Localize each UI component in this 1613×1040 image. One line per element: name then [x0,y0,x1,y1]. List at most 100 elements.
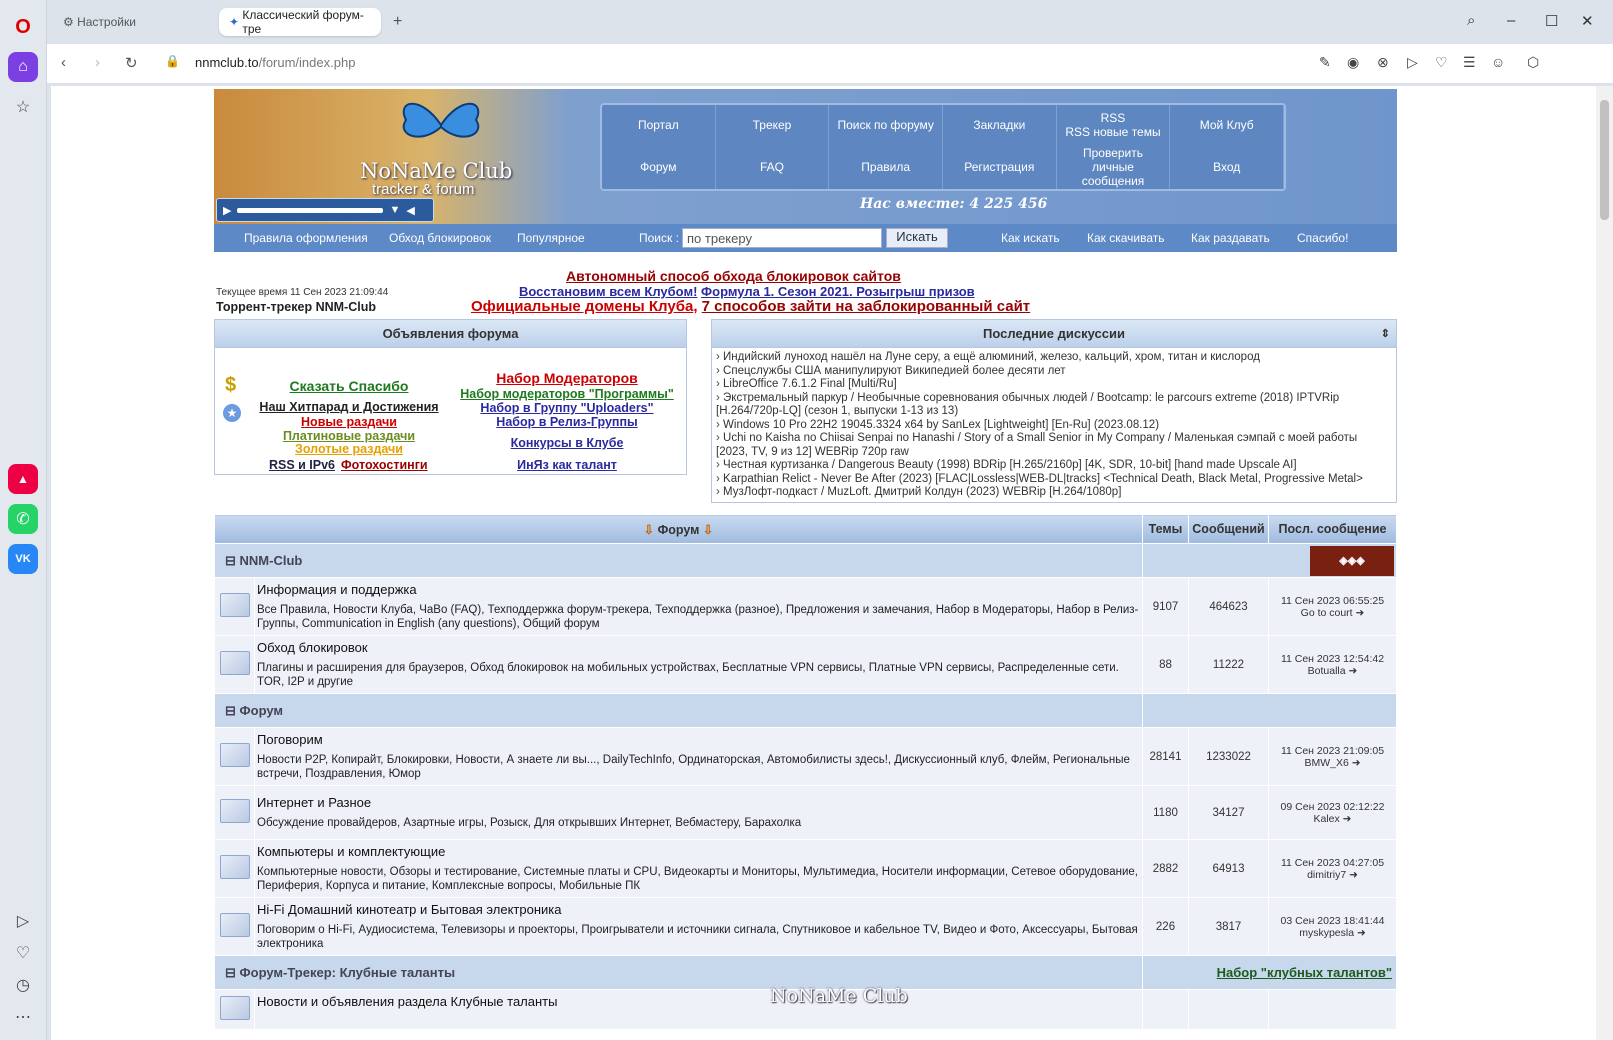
url-field[interactable]: nnmclub.to/forum/index.php [195,55,355,70]
notice-link[interactable]: Официальные домены Клуба [471,298,693,315]
extensions-icon[interactable]: ⬡ [1527,54,1539,71]
forum-title[interactable]: Компьютеры и комплектующие [257,844,1140,859]
announcement-link[interactable]: RSS и IPv6 [267,458,335,472]
menu-item[interactable]: Регистрация [943,147,1057,189]
player-progress[interactable] [237,207,384,213]
subforums[interactable]: Обсуждение провайдеров, Азартные игры, Р… [257,816,1140,830]
category-title[interactable]: Форум-Трекер: Клубные таланты [240,965,456,980]
profile-icon[interactable]: ☺ [1491,54,1505,70]
adblock-icon[interactable]: ⊗ [1377,54,1389,71]
banner-ad-image[interactable]: ◈◈◈ [1310,545,1394,576]
menu-item[interactable]: Закладки [943,105,1057,147]
last-post-user[interactable]: Go to court ➜ [1269,607,1396,619]
subnav-link[interactable]: Как раздавать [1191,231,1270,245]
forum-title[interactable]: Информация и поддержка [257,582,1140,597]
player-icon[interactable]: ▷ [8,906,38,936]
announcement-link[interactable]: Набор модераторов "Программы" [457,387,677,401]
minimize-button[interactable]: – [1507,12,1515,29]
volume-icon[interactable]: ◀ [406,204,414,217]
whatsapp-icon[interactable]: ✆ [8,504,38,534]
subforums[interactable]: Все Правила, Новости Клуба, ЧаВо (FAQ), … [257,603,1140,631]
col-forum[interactable]: ⇩ Форум ⇩ [214,514,1143,544]
last-post-user[interactable]: Botualla ➜ [1269,665,1396,677]
announcement-link[interactable]: Платиновые раздачи [279,429,419,443]
heart-icon[interactable]: ♡ [8,938,38,968]
notice-link[interactable]: Автономный способ обхода блокировок сайт… [566,268,901,284]
notice-link[interactable]: 7 способов зайти на заблокированный сайт [702,298,1030,315]
announcement-link[interactable]: Сказать Спасибо [289,378,409,394]
announcement-link[interactable]: Набор в Релиз-Группы [477,415,657,429]
camera-icon[interactable]: ◉ [1347,54,1359,71]
announcement-link[interactable]: Наш Хитпарад и Достижения [259,400,439,414]
announcement-link[interactable]: ИнЯз как талант [487,458,647,472]
discussion-item[interactable]: МузЛофт-подкаст / MuzLoft. Дмитрий Колду… [716,486,1392,500]
discussion-item[interactable]: Karpathian Relict - Never Be After (2023… [716,473,1392,487]
app-icon[interactable]: ▲ [8,464,38,494]
opera-logo-icon[interactable]: O [8,12,38,42]
menu-item[interactable]: Мой Клуб [1170,105,1284,147]
forum-title[interactable]: Обход блокировок [257,640,1140,655]
subnav-link[interactable]: Как скачивать [1087,231,1165,245]
forum-title[interactable]: Интернет и Разное [257,795,1140,810]
maximize-button[interactable]: ☐ [1545,12,1558,30]
history-icon[interactable]: ◷ [8,970,38,1000]
scroll-thumb[interactable] [1600,100,1609,220]
menu-item[interactable]: RSS RSS новые темы [1057,105,1171,147]
announcement-link[interactable]: Набор в Группу "Uploaders" [467,401,667,415]
notice-link[interactable]: Формула 1. Сезон 2021. Розыгрыш призов [701,284,975,299]
menu-item[interactable]: Правила [829,147,943,189]
announcement-link[interactable]: Новые раздачи [289,415,409,429]
category-title[interactable]: NNM-Club [240,553,303,568]
subforums[interactable]: Компьютерные новости, Обзоры и тестирова… [257,865,1140,893]
new-tab-button[interactable]: + [383,8,412,36]
menu-item[interactable]: Вход [1170,147,1284,189]
discussion-item[interactable]: Честная куртизанка / Dangerous Beauty (1… [716,459,1392,473]
play-icon[interactable]: ▶ [223,204,231,217]
forum-title[interactable]: Hi-Fi Домашний кинотеатр и Бытовая элект… [257,902,1140,917]
collapse-icon[interactable]: ⊟ [225,703,236,718]
discussion-item[interactable]: Экстремальный паркур / Необычные соревно… [716,392,1392,419]
home-icon[interactable]: ⌂ [8,52,38,82]
subnav-link[interactable]: Обход блокировок [389,231,491,245]
forum-title[interactable]: Поговорим [257,732,1140,747]
subforums[interactable]: Плагины и расширения для браузеров, Обхо… [257,661,1140,689]
menu-item[interactable]: Форум [602,147,716,189]
heart-icon[interactable]: ♡ [1435,54,1448,71]
last-post-user[interactable]: myskypesla ➜ [1269,927,1396,939]
search-input[interactable]: по трекеру [682,228,882,248]
collapse-icon[interactable]: ⊟ [225,553,236,568]
audio-player[interactable]: ▶ ▼ ◀ [216,198,434,222]
subnav-link[interactable]: Спасибо! [1297,231,1348,245]
subnav-link[interactable]: Популярное [517,231,585,245]
play-icon[interactable]: ▷ [1407,54,1418,71]
tab-forum[interactable]: ✦ Классический форум-тре [219,8,381,36]
menu-icon[interactable]: ☰ [1463,54,1476,71]
last-post-user[interactable]: dimitriy7 ➜ [1269,869,1396,881]
tab-settings[interactable]: ⚙ Настройки [53,8,146,36]
menu-item[interactable]: Трекер [716,105,830,147]
announcement-link[interactable]: Конкурсы в Клубе [487,436,647,450]
reload-button[interactable]: ↻ [125,54,138,72]
subnav-link[interactable]: Правила оформления [244,231,368,245]
menu-item[interactable]: Проверить личные сообщения [1057,146,1171,189]
subforums[interactable]: Новости P2P, Копирайт, Блокировки, Новос… [257,753,1140,781]
menu-item[interactable]: FAQ [716,147,830,189]
page-scrollbar[interactable] [1596,86,1613,1040]
subnav-link[interactable]: Как искать [1001,231,1060,245]
announcement-link[interactable]: Золотые раздачи [289,442,409,456]
close-button[interactable]: ✕ [1581,12,1594,30]
announcement-link[interactable]: Фотохостинги [341,458,431,472]
notice-link[interactable]: Восстановим всем Клубом! [519,284,697,299]
discussion-item[interactable]: Индийский луноход нашёл на Луне серу, а … [716,351,1392,365]
category-link[interactable]: Набор "клубных талантов" [1217,965,1392,980]
star-icon[interactable]: ☆ [8,92,38,122]
discussion-item[interactable]: Спецслужбы США манипулируют Википедией б… [716,365,1392,379]
discussion-item[interactable]: LibreOffice 7.6.1.2 Final [Multi/Ru] [716,378,1392,392]
chevron-down-icon[interactable]: ▼ [389,204,400,216]
discussion-item[interactable]: Uchi no Kaisha no Chiisai Senpai no Hana… [716,432,1392,459]
menu-item[interactable]: Поиск по форуму [829,105,943,147]
announcement-link[interactable]: Набор Модераторов [477,370,657,386]
search-button[interactable]: Искать [886,228,948,248]
last-post-user[interactable]: BMW_X6 ➜ [1269,757,1396,769]
subforums[interactable]: Поговорим о Hi-Fi, Аудиосистема, Телевиз… [257,923,1140,951]
